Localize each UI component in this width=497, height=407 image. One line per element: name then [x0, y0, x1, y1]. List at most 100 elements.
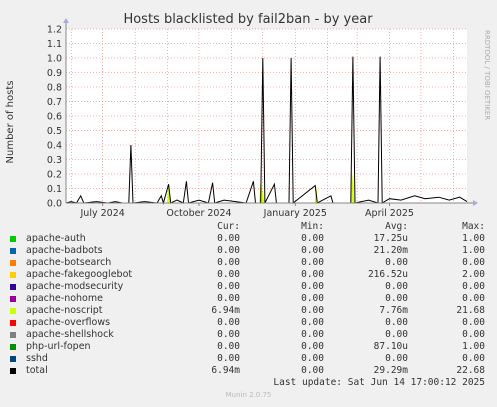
legend-cur: 6.94m [211, 365, 240, 376]
footer-version: Munin 2.0.75 [225, 391, 272, 399]
legend-row-apache-fakegooglebot: apache-fakegooglebot 0.00 0.00 216.52u 2.00 [10, 269, 485, 281]
legend-avg: 0.00 [385, 293, 408, 304]
legend-avg: 17.25u [373, 233, 408, 244]
x-axis-arrow [473, 200, 478, 206]
rrdtool-credit: RRDTOOL / TOBI OETIKER [483, 30, 491, 121]
legend-name: php-url-fopen [26, 341, 91, 352]
y-tick-label: 0.3 [47, 155, 62, 166]
legend-name: apache-shellshock [26, 329, 114, 340]
legend-row-sshd: sshd 0.00 0.00 0.00 0.00 [10, 353, 485, 365]
legend-name: sshd [26, 353, 48, 364]
legend-cur: 0.00 [217, 317, 240, 328]
chart-title: Hosts blacklisted by fail2ban - by year [123, 12, 373, 27]
legend-cur: 0.00 [217, 245, 240, 256]
legend-row-apache-overflows: apache-overflows 0.00 0.00 0.00 0.00 [10, 317, 485, 329]
legend-max: 1.00 [462, 245, 485, 256]
legend-max: 21.68 [456, 305, 485, 316]
legend-cur: 0.00 [217, 257, 240, 268]
legend-min: 0.00 [301, 341, 324, 352]
legend-max: 0.00 [462, 281, 485, 292]
legend-cur: 0.00 [217, 233, 240, 244]
legend-avg: 216.52u [367, 269, 408, 280]
y-axis-label: Number of hosts [5, 81, 16, 164]
legend-swatch [10, 247, 16, 254]
legend-max: 0.00 [462, 257, 485, 268]
legend-table: Cur: Min: Avg: Max: apache-auth 0.00 0.00 1… [10, 221, 485, 377]
legend-name: apache-badbots [26, 245, 103, 256]
y-tick-label: 1.1 [47, 39, 62, 50]
legend-max: 1.00 [462, 341, 485, 352]
legend-swatch [10, 283, 16, 290]
y-tick-label: 0.1 [47, 184, 62, 195]
legend-cur: 6.94m [211, 305, 240, 316]
legend-max: 22.68 [456, 365, 485, 376]
legend-name: apache-noscript [26, 305, 103, 316]
y-tick-label: 0.0 [47, 199, 62, 210]
legend-swatch [10, 319, 16, 326]
y-axis-arrow [63, 18, 69, 23]
legend-min: 0.00 [301, 353, 324, 364]
y-tick-label: 0.4 [47, 141, 62, 152]
legend-swatch [10, 295, 16, 302]
legend-row-apache-nohome: apache-nohome 0.00 0.00 0.00 0.00 [10, 293, 485, 305]
x-tick-label: April 2025 [365, 208, 414, 219]
legend-row-apache-shellshock: apache-shellshock 0.00 0.00 0.00 0.00 [10, 329, 485, 341]
legend-swatch [10, 271, 16, 278]
y-tick-label: 0.6 [47, 112, 62, 123]
legend-avg: 0.00 [385, 353, 408, 364]
legend-avg: 7.76m [379, 305, 408, 316]
last-update: Last update: Sat Jun 14 17:00:12 2025 [273, 377, 485, 388]
legend-header-row: Cur: Min: Avg: Max: [10, 221, 485, 233]
legend-name: apache-auth [26, 233, 86, 244]
legend-cur: 0.00 [217, 281, 240, 292]
legend-avg: 0.00 [385, 257, 408, 268]
legend-min: 0.00 [301, 365, 324, 376]
y-tick-label: 0.2 [47, 170, 62, 181]
legend-max: 0.00 [462, 293, 485, 304]
y-tick-label: 0.8 [47, 83, 62, 94]
legend-name: apache-botsearch [26, 257, 112, 268]
legend-header-min: Min: [301, 221, 324, 232]
legend-avg: 0.00 [385, 329, 408, 340]
legend-row-apache-modsecurity: apache-modsecurity 0.00 0.00 0.00 0.00 [10, 281, 485, 293]
legend-max: 0.00 [462, 329, 485, 340]
legend-avg: 21.20m [373, 245, 408, 256]
legend-swatch [10, 235, 16, 242]
x-tick-label: October 2024 [166, 208, 231, 219]
legend-min: 0.00 [301, 245, 324, 256]
legend-name: apache-overflows [26, 317, 111, 328]
legend-row-php-url-fopen: php-url-fopen 0.00 0.00 87.10u 1.00 [10, 341, 485, 353]
legend-swatch [10, 367, 16, 374]
legend-swatch [10, 343, 16, 350]
legend-name: apache-nohome [26, 293, 103, 304]
legend-min: 0.00 [301, 233, 324, 244]
legend-header-cur: Cur: [217, 221, 240, 232]
legend-swatch [10, 331, 16, 338]
legend-cur: 0.00 [217, 329, 240, 340]
y-tick-label: 0.5 [47, 126, 62, 137]
legend-min: 0.00 [301, 293, 324, 304]
legend-max: 2.00 [462, 269, 485, 280]
legend-row-apache-badbots: apache-badbots 0.00 0.00 21.20m 1.00 [10, 245, 485, 257]
legend-swatch [10, 355, 16, 362]
legend-row-apache-noscript: apache-noscript 6.94m 0.00 7.76m 21.68 [10, 305, 485, 317]
y-tick-label: 0.9 [47, 68, 62, 79]
x-tick-label: July 2024 [80, 208, 125, 219]
legend-min: 0.00 [301, 329, 324, 340]
legend-row-apache-auth: apache-auth 0.00 0.00 17.25u 1.00 [10, 233, 485, 245]
legend-cur: 0.00 [217, 353, 240, 364]
legend-row-total: total 6.94m 0.00 29.29m 22.68 [10, 365, 485, 377]
legend-min: 0.00 [301, 281, 324, 292]
legend-min: 0.00 [301, 269, 324, 280]
legend-avg: 0.00 [385, 281, 408, 292]
legend-avg: 29.29m [373, 365, 408, 376]
legend-max: 0.00 [462, 317, 485, 328]
legend-avg: 87.10u [373, 341, 408, 352]
legend-min: 0.00 [301, 317, 324, 328]
legend-max: 0.00 [462, 353, 485, 364]
legend-cur: 0.00 [217, 341, 240, 352]
legend-cur: 0.00 [217, 293, 240, 304]
legend-name: apache-fakegooglebot [26, 269, 133, 280]
plot-area: 0.0 0.1 0.2 0.3 0.4 0.5 0.6 0.7 0.8 0.9 1.0 1.1 1.2 J… [47, 18, 478, 219]
legend-name: total [26, 365, 48, 376]
